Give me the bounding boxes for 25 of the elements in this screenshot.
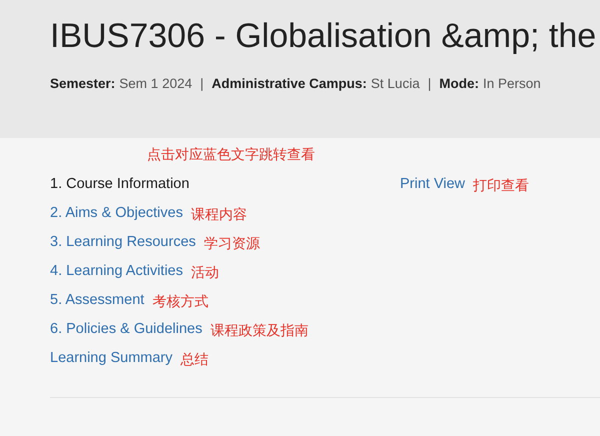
section-link[interactable]: 2. Aims & Objectives [50, 203, 183, 224]
annotation-text: 课程政策及指南 [210, 322, 308, 340]
annotation-text: 学习资源 [204, 235, 260, 253]
section-link[interactable]: 5. Assessment [50, 290, 144, 311]
meta-value: In Person [482, 76, 541, 91]
annotation-text: 点击对应蓝色文字跳转查看 [147, 146, 316, 164]
separator: | [200, 76, 204, 91]
meta-value: Sem 1 2024 [119, 76, 192, 91]
section-link[interactable]: 4. Learning Activities [50, 261, 183, 282]
annotation-text: 活动 [191, 264, 219, 282]
section-link[interactable]: 1. Course Information [50, 174, 190, 195]
annotation-text: 课程内容 [190, 206, 247, 224]
annotation-text: 总结 [180, 351, 208, 369]
annotation-text: 考核方式 [152, 293, 208, 311]
meta-label: Administrative Campus: [212, 76, 367, 91]
print-view-link[interactable]: Print View [400, 174, 466, 195]
meta-value: St Lucia [370, 76, 420, 91]
section-link[interactable]: 3. Learning Resources [50, 232, 196, 253]
separator: | [428, 76, 432, 91]
course-title: IBUS7306 - Globalisation &amp; the [50, 16, 596, 57]
meta-label: Mode: [439, 76, 479, 91]
annotation-text: 打印查看 [473, 177, 530, 195]
meta-label: Semester: [50, 76, 116, 91]
section-link[interactable]: 6. Policies & Guidelines [50, 319, 202, 340]
section-link[interactable]: Learning Summary [50, 348, 172, 369]
